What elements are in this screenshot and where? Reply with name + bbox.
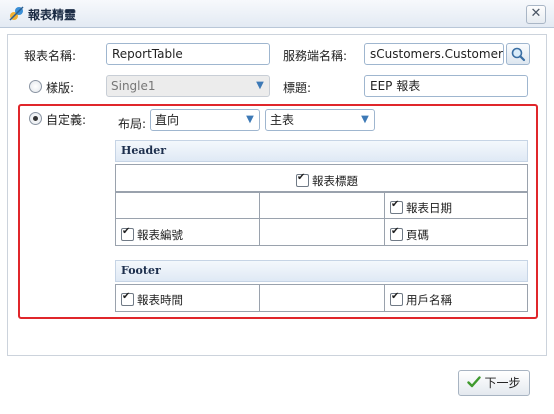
template-label: 樣版: xyxy=(46,81,75,95)
heading-input[interactable]: EEP 報表 xyxy=(364,75,528,97)
template-radio[interactable] xyxy=(29,80,42,93)
header-cell-empty-middle xyxy=(259,192,385,219)
report-date-check-label: 報表日期 xyxy=(406,201,452,215)
header-section-title: Header xyxy=(115,140,528,162)
report-time-check-label: 報表時間 xyxy=(137,293,183,307)
search-icon xyxy=(511,47,526,62)
page-number-checkbox[interactable]: 頁碼 xyxy=(390,226,429,243)
wizard-logo-icon xyxy=(9,6,24,21)
report-date-checkbox[interactable]: 報表日期 xyxy=(390,199,452,216)
title-bar xyxy=(0,0,554,28)
layout-label: 布局: xyxy=(118,117,147,131)
header-cell-empty-left xyxy=(115,192,260,219)
report-time-checkbox[interactable]: 報表時間 xyxy=(121,291,183,308)
report-name-label: 報表名稱: xyxy=(24,49,77,63)
checkbox-checked-icon xyxy=(121,291,134,306)
checkbox-checked-icon xyxy=(296,172,309,187)
server-search-button[interactable] xyxy=(506,43,530,65)
custom-radio[interactable] xyxy=(29,112,42,125)
report-title-check-label: 報表標題 xyxy=(312,174,358,188)
report-number-checkbox[interactable]: 報表編號 xyxy=(121,226,183,243)
user-name-check-label: 用戶名稱 xyxy=(406,293,452,307)
check-icon xyxy=(467,376,482,388)
page-number-check-label: 頁碼 xyxy=(406,228,429,242)
report-name-input[interactable]: ReportTable xyxy=(106,43,270,65)
chevron-down-icon: ▼ xyxy=(256,80,264,91)
footer-cell-empty xyxy=(259,284,385,312)
header-cell-empty-bottom xyxy=(259,218,385,246)
heading-label: 標題: xyxy=(283,81,312,95)
checkbox-checked-icon xyxy=(121,226,134,241)
window-title: 報表精靈 xyxy=(28,8,77,22)
chevron-down-icon: ▼ xyxy=(361,114,369,125)
user-name-checkbox[interactable]: 用戶名稱 xyxy=(390,291,452,308)
server-name-label: 服務端名稱: xyxy=(283,49,348,63)
server-name-input[interactable]: sCustomers.Customers xyxy=(364,43,504,65)
template-select[interactable]: Single1 ▼ xyxy=(106,75,270,97)
close-button[interactable]: ✕ xyxy=(526,5,546,24)
report-number-check-label: 報表編號 xyxy=(137,228,183,242)
close-icon: ✕ xyxy=(530,6,542,21)
custom-label: 自定義: xyxy=(46,113,87,127)
footer-section-title: Footer xyxy=(115,260,528,282)
layout-select[interactable]: 直向 ▼ xyxy=(150,109,260,131)
template-select-value: Single1 xyxy=(111,79,156,93)
checkbox-checked-icon xyxy=(390,199,403,214)
checkbox-checked-icon xyxy=(390,226,403,241)
chevron-down-icon: ▼ xyxy=(246,114,254,125)
next-button[interactable]: 下一步 xyxy=(458,370,530,396)
report-title-checkbox[interactable]: 報表標題 xyxy=(296,172,358,189)
layout-select-value: 直向 xyxy=(155,113,180,127)
table-select-value: 主表 xyxy=(270,113,295,127)
table-select[interactable]: 主表 ▼ xyxy=(265,109,375,131)
next-button-label: 下一步 xyxy=(484,376,521,390)
checkbox-checked-icon xyxy=(390,291,403,306)
